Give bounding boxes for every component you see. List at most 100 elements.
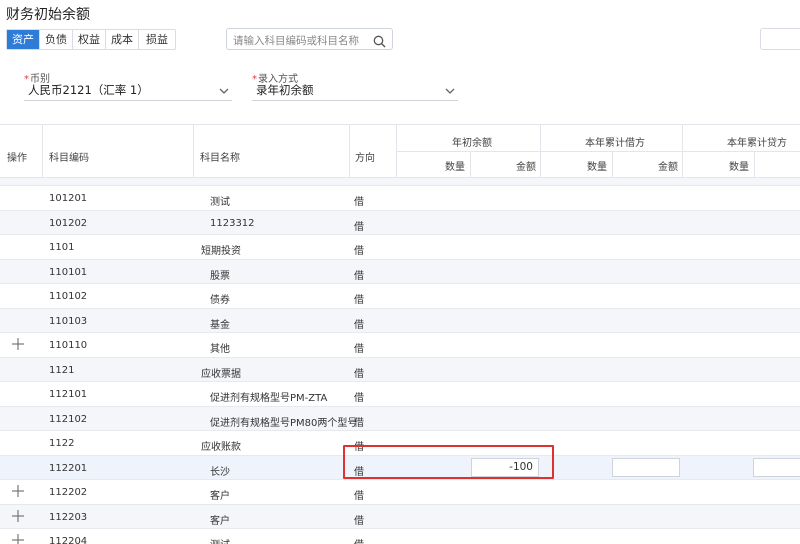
balance-direction: 借 [354,295,364,306]
header-debit-qty: 数量 [587,162,607,173]
account-code: 112202 [49,487,88,498]
header-code: 科目编码 [49,153,89,164]
page-title: 财务初始余额 [6,7,90,23]
table-row[interactable]: 1121 应收票据 借 [0,357,800,382]
tab-equity[interactable]: 权益 [73,30,106,49]
account-code: 110103 [49,315,88,327]
tab-cost[interactable]: 成本 [106,30,139,49]
table-row[interactable]: 110102 债券 借 [0,284,800,309]
header-opening-balance: 年初余额 [452,138,492,149]
account-code: 110110 [49,340,88,351]
header-credit-qty: 数量 [729,162,749,173]
balance-direction: 借 [354,270,364,282]
opening-amount-input[interactable]: -100 [471,457,539,477]
balance-direction: 借 [354,536,364,544]
balance-direction: 借 [354,368,364,380]
table-row[interactable]: 110110 其他 借 [0,333,800,358]
account-name: 基金 [210,319,230,331]
account-name: 债券 [210,295,230,306]
account-code: 112102 [49,413,88,425]
tab-liabilities[interactable]: 负债 [40,30,73,49]
header-op: 操作 [7,153,27,164]
header-debit-amount: 金额 [658,162,678,173]
account-code: 112204 [49,536,88,544]
table-header: 操作 科目编码 科目名称 方向 年初余额 本年累计借方 本年累计贷方 数量 金额… [0,124,800,179]
account-code: 112203 [49,511,88,523]
account-name: 长沙 [210,466,230,478]
balance-direction: 借 [354,393,364,404]
search-input[interactable] [227,31,367,51]
table-row[interactable]: 112102 促进剂有规格型号PM80两个型号借 [0,406,800,431]
plus-icon[interactable] [12,509,24,525]
account-code: 1121 [49,364,75,376]
balance-direction: 借 [354,197,364,208]
account-name: 短期投资 [201,246,241,257]
account-name: 客户 [210,515,230,527]
account-code: 110102 [49,291,88,302]
balance-direction: 借 [354,344,364,355]
entry-mode-value: 录年初余额 [256,83,314,97]
tab-profit-loss[interactable]: 损益 [139,30,175,49]
balance-direction: 借 [354,221,364,233]
balance-table: 操作 科目编码 科目名称 方向 年初余额 本年累计借方 本年累计贷方 数量 金额… [0,124,800,544]
balance-direction: 借 [354,442,364,453]
account-name: 客户 [210,491,230,502]
entry-mode-select[interactable]: 录年初余额 [252,81,458,101]
search-icon[interactable] [373,33,386,52]
header-opening-amount: 金额 [516,162,536,173]
toolbar-button[interactable] [760,28,800,50]
account-code: 112101 [49,389,88,400]
balance-direction: 借 [354,319,364,331]
tab-assets[interactable]: 资产 [7,30,40,49]
chevron-down-icon [218,84,230,102]
account-code: 1101 [49,242,75,253]
plus-icon[interactable] [12,338,24,353]
chevron-down-icon [444,84,456,102]
balance-direction: 借 [354,417,364,429]
account-name: 股票 [210,270,230,282]
table-row[interactable]: 112101 促进剂有规格型号PM-ZTA 借 [0,382,800,407]
header-name: 科目名称 [200,153,240,164]
category-tabs: 资产 负债 权益 成本 损益 [6,29,176,50]
table-row[interactable]: 101201 测试 借 [0,186,800,211]
credit-qty-input[interactable] [753,457,800,477]
balance-direction: 借 [354,515,364,527]
account-name: 1123312 [210,217,255,229]
account-name: 其他 [210,344,230,355]
plus-icon[interactable] [12,534,24,544]
account-name: 应收票据 [201,368,241,380]
account-name: 应收账款 [201,442,241,453]
table-row[interactable]: 110101 股票 借 [0,259,800,284]
account-name: 促进剂有规格型号PM-ZTA [210,393,328,404]
table-row[interactable]: 101202 1123312 借 [0,210,800,235]
plus-icon[interactable] [12,485,24,500]
table-row-partial [0,178,800,186]
table-row[interactable]: 112204 测试 借 [0,529,800,544]
header-ytd-debit: 本年累计借方 [585,138,645,149]
table-row[interactable]: 1101 短期投资 借 [0,235,800,260]
balance-direction: 借 [354,491,364,502]
search-box [226,28,393,52]
account-code: 110101 [49,266,88,278]
table-row[interactable]: 110103 基金 借 [0,308,800,333]
account-code: 1122 [49,438,75,449]
table-row[interactable]: 112202 客户 借 [0,480,800,505]
currency-select[interactable]: 人民币2121（汇率 1） [24,81,232,101]
balance-direction: 借 [354,466,364,478]
balance-direction: 借 [354,246,364,257]
account-code: 101201 [49,193,88,204]
account-name: 促进剂有规格型号PM80两个型号 [210,417,358,429]
account-name: 测试 [210,197,230,208]
account-code: 112201 [49,462,88,474]
table-body: 101201 测试借 101202 1123312 借 1101 短期投资借 110101 股票… [0,178,800,544]
table-row[interactable]: 112203 客户 借 [0,504,800,529]
header-direction: 方向 [355,153,375,164]
account-name: 测试 [210,536,230,544]
header-ytd-credit: 本年累计贷方 [727,138,787,149]
table-row[interactable]: 112201 长沙 借 -100 [0,455,800,480]
table-row[interactable]: 1122 应收账款 借 [0,431,800,456]
account-code: 101202 [49,217,88,229]
debit-amount-input[interactable] [612,457,680,477]
currency-value: 人民币2121（汇率 1） [28,83,149,97]
header-opening-qty: 数量 [445,162,465,173]
